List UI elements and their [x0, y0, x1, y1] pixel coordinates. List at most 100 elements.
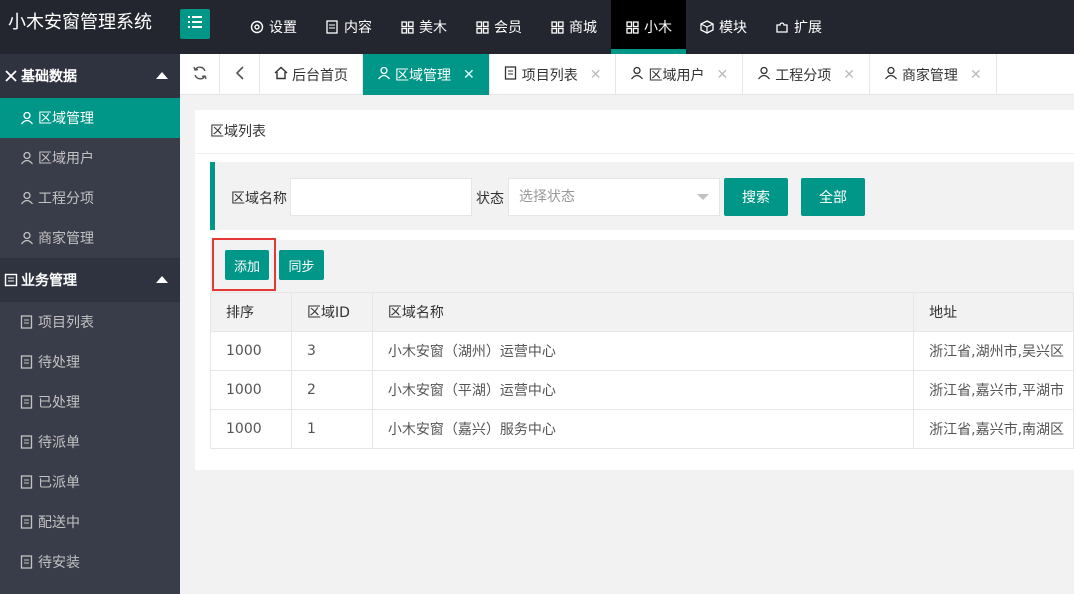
topnav-label: 会员	[494, 20, 522, 36]
topnav-item-modules[interactable]: 模块	[686, 0, 761, 54]
grid-icon	[400, 20, 414, 34]
cell-address: 浙江省,嘉兴市,南湖区	[913, 409, 1074, 449]
tab-region-users[interactable]: 区域用户 ✕	[616, 54, 744, 95]
edit-doc-icon	[20, 515, 34, 529]
sidebar-item-label: 已处理	[38, 395, 80, 411]
cell-address: 浙江省,嘉兴市,平湖市	[913, 370, 1074, 410]
sidebar-item-label: 区域用户	[38, 151, 94, 167]
tab-region-management[interactable]: 区域管理 ✕	[363, 54, 490, 95]
sidebar-item-project-list[interactable]: 项目列表	[0, 302, 180, 342]
home-icon	[274, 66, 288, 84]
region-name-input[interactable]	[290, 178, 472, 216]
tab-label: 区域管理	[395, 67, 451, 84]
puzzle-icon	[775, 20, 789, 34]
grid-icon	[625, 20, 639, 34]
cell-region-name: 小木安窗（嘉兴）服务中心	[371, 409, 915, 449]
column-header[interactable]: 区域名称	[371, 292, 915, 332]
column-header[interactable]: 排序	[210, 292, 292, 332]
user-icon	[377, 66, 391, 84]
sidebar-item-engineering-items[interactable]: 工程分项	[0, 178, 180, 218]
card-title: 区域列表	[195, 110, 1074, 154]
cell-sort: 1000	[210, 370, 292, 410]
cell-sort: 1000	[210, 409, 292, 449]
menu-toggle-button[interactable]	[180, 9, 210, 39]
tab-label: 后台首页	[292, 67, 348, 84]
edit-doc-icon	[20, 355, 34, 369]
app-title: 小木安窗管理系统	[8, 12, 152, 33]
topnav-item-content[interactable]: 内容	[311, 0, 386, 54]
cube-icon	[700, 20, 714, 34]
tab-engineering-items[interactable]: 工程分项 ✕	[743, 54, 870, 95]
top-nav: 设置 内容 美木 会员 商城 小木 模块 扩展	[236, 0, 836, 54]
sidebar-item-to-dispatch[interactable]: 待派单	[0, 422, 180, 462]
topnav-item-members[interactable]: 会员	[461, 0, 536, 54]
sync-button[interactable]: 同步	[279, 250, 324, 280]
sidebar-group-label: 业务管理	[21, 273, 77, 289]
grid-icon	[475, 20, 489, 34]
sidebar-item-label: 配送中	[38, 515, 80, 531]
table-row[interactable]: 1000 2 小木安窗（平湖）运营中心 浙江省,嘉兴市,平湖市	[210, 370, 1074, 410]
add-button[interactable]: 添加	[225, 250, 269, 280]
show-all-button[interactable]: 全部	[801, 178, 865, 216]
gear-icon	[250, 20, 264, 34]
cell-region-id: 3	[290, 331, 373, 371]
refresh-icon	[192, 65, 208, 85]
top-header: 小木安窗管理系统 设置 内容 美木 会员 商城 小木 模块 扩展	[0, 0, 1074, 54]
sidebar-item-delivering[interactable]: 配送中	[0, 502, 180, 542]
search-button[interactable]: 搜索	[724, 178, 788, 216]
topnav-item-xiaomu[interactable]: 小木	[611, 0, 686, 54]
topnav-item-extensions[interactable]: 扩展	[761, 0, 836, 54]
status-select[interactable]: 选择状态	[508, 178, 720, 216]
sidebar-group-business[interactable]: 业务管理	[0, 258, 180, 302]
tab-project-list[interactable]: 项目列表 ✕	[490, 54, 617, 95]
sidebar-item-label: 待处理	[38, 355, 80, 371]
topnav-item-mall[interactable]: 商城	[536, 0, 611, 54]
close-icon[interactable]: ✕	[716, 67, 728, 83]
sidebar-item-label: 商家管理	[38, 231, 94, 247]
close-icon[interactable]: ✕	[463, 67, 475, 83]
close-icon[interactable]: ✕	[843, 67, 855, 83]
sidebar-item-merchant-management[interactable]: 商家管理	[0, 218, 180, 258]
topnav-label: 美木	[419, 20, 447, 36]
topnav-label: 设置	[269, 20, 297, 36]
collapse-caret-icon	[156, 72, 168, 79]
sidebar-item-pending[interactable]: 待处理	[0, 342, 180, 382]
sidebar-group-label: 基础数据	[21, 69, 77, 85]
status-select-placeholder: 选择状态	[519, 189, 575, 205]
tab-label: 商家管理	[901, 67, 958, 84]
topnav-label: 扩展	[794, 20, 822, 36]
grid-icon	[550, 20, 564, 34]
sidebar-item-region-users[interactable]: 区域用户	[0, 138, 180, 178]
column-header[interactable]: 区域ID	[290, 292, 373, 332]
topnav-label: 商城	[569, 20, 597, 36]
table-header-row: 排序 区域ID 区域名称 地址	[210, 292, 1074, 332]
topnav-item-meimu[interactable]: 美木	[386, 0, 461, 54]
collapse-caret-icon	[156, 276, 168, 283]
cell-region-name: 小木安窗（平湖）运营中心	[371, 370, 915, 410]
sidebar-item-dispatched[interactable]: 已派单	[0, 462, 180, 502]
region-name-label: 区域名称	[231, 191, 287, 207]
close-icon[interactable]: ✕	[590, 67, 602, 83]
table-row[interactable]: 1000 1 小木安窗（嘉兴）服务中心 浙江省,嘉兴市,南湖区	[210, 409, 1074, 449]
sidebar-item-label: 待派单	[38, 435, 80, 451]
sidebar-group-basic-data[interactable]: 基础数据	[0, 54, 180, 98]
table-row[interactable]: 1000 3 小木安窗（湖州）运营中心 浙江省,湖州市,吴兴区	[210, 331, 1074, 371]
topnav-item-settings[interactable]: 设置	[236, 0, 311, 54]
tab-label: 区域用户	[648, 67, 705, 84]
refresh-button[interactable]	[180, 54, 220, 95]
sidebar-item-to-install[interactable]: 待安装	[0, 542, 180, 582]
close-icon[interactable]: ✕	[970, 67, 982, 83]
tab-scroll-left-button[interactable]	[220, 54, 260, 95]
sidebar-item-region-management[interactable]: 区域管理	[0, 98, 180, 138]
edit-doc-icon	[504, 65, 518, 84]
cell-region-id: 2	[290, 370, 373, 410]
tab-merchant-management[interactable]: 商家管理 ✕	[870, 54, 997, 95]
edit-doc-icon	[20, 395, 34, 409]
tab-home[interactable]: 后台首页	[260, 54, 363, 95]
topnav-label: 内容	[344, 20, 372, 36]
cell-address: 浙江省,湖州市,吴兴区	[913, 331, 1074, 371]
cell-sort: 1000	[210, 331, 292, 371]
column-header[interactable]: 地址	[913, 292, 1074, 332]
edit-doc-icon	[20, 555, 34, 569]
sidebar-item-processed[interactable]: 已处理	[0, 382, 180, 422]
